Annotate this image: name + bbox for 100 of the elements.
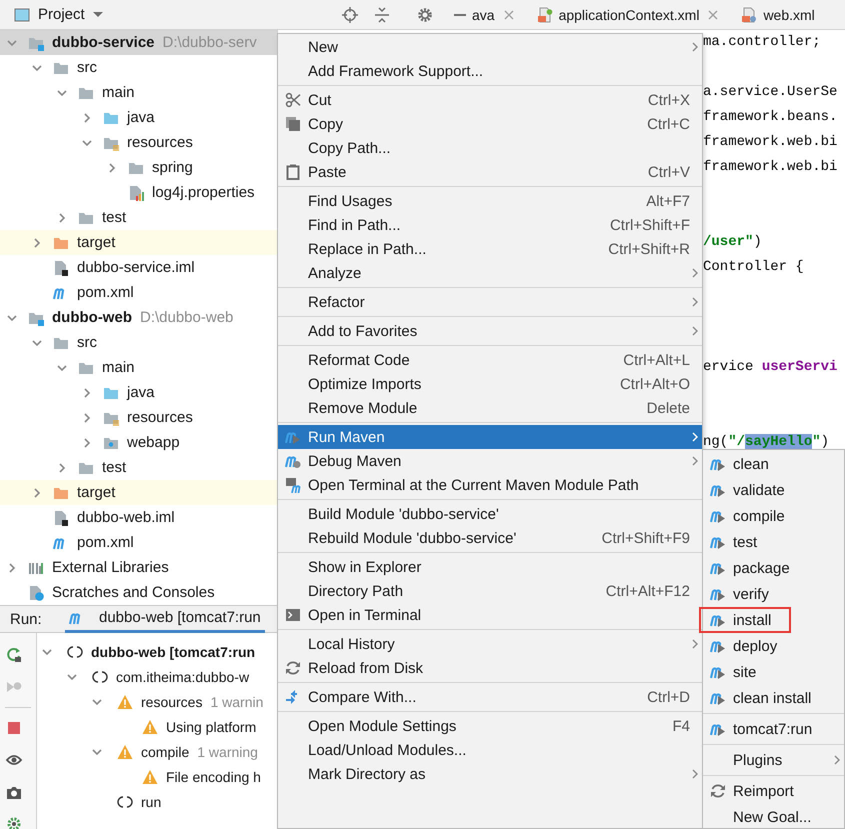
menu-item[interactable]: Build Module 'dubbo-service'	[278, 502, 702, 526]
tree-row[interactable]: webapp	[0, 430, 277, 455]
menu-item[interactable]: Replace in Path... Ctrl+Shift+R	[278, 237, 702, 261]
menu-item[interactable]: Reformat Code Ctrl+Alt+L	[278, 348, 702, 372]
menu-item[interactable]: Open Terminal at the Current Maven Module Path	[278, 473, 702, 497]
gear-icon[interactable]	[6, 816, 22, 829]
copy-icon	[285, 116, 301, 132]
tree-row[interactable]: pom.xml	[0, 530, 277, 555]
code-line: ervice userServi	[702, 358, 838, 377]
tree-row[interactable]: main	[0, 355, 277, 380]
tree-row[interactable]: main	[0, 80, 277, 105]
editor-tab[interactable]: ava	[470, 0, 527, 29]
menu-item[interactable]: Local History	[278, 632, 702, 656]
menu-item[interactable]: Cut Ctrl+X	[278, 88, 702, 112]
menu-item[interactable]: verify	[703, 581, 844, 607]
menu-item[interactable]: Open in Terminal	[278, 603, 702, 627]
menu-item[interactable]: Find in Path... Ctrl+Shift+F	[278, 213, 702, 237]
menu-item[interactable]: Refactor	[278, 290, 702, 314]
code-line: framework.web.bi	[702, 133, 838, 152]
tree-row[interactable]: dubbo-service.iml	[0, 255, 277, 280]
menu-item[interactable]: Optimize Imports Ctrl+Alt+O	[278, 372, 702, 396]
menu-item[interactable]: Add Framework Support...	[278, 59, 702, 83]
tree-row[interactable]: java	[0, 380, 277, 405]
menu-item[interactable]: Load/Unload Modules...	[278, 738, 702, 762]
maven-terminal-icon	[285, 477, 301, 493]
tree-row[interactable]: pom.xml	[0, 280, 277, 305]
code-line: framework.beans.	[702, 108, 838, 127]
tree-row[interactable]: test	[0, 455, 277, 480]
tree-row[interactable]: Using platform	[37, 714, 278, 739]
settings-icon[interactable]	[417, 6, 433, 22]
menu-item[interactable]: test	[703, 529, 844, 555]
menu-item[interactable]: Mark Directory as	[278, 762, 702, 786]
camera-icon[interactable]	[6, 784, 22, 800]
stop-icon[interactable]	[6, 720, 22, 736]
tree-row[interactable]: com.itheima:dubbo-w	[37, 664, 278, 689]
menu-item[interactable]: package	[703, 555, 844, 581]
menu-item[interactable]: clean	[703, 451, 844, 477]
menu-item[interactable]: Copy Ctrl+C	[278, 112, 702, 136]
menu-item[interactable]: Run Maven	[278, 425, 702, 449]
tree-row[interactable]: run	[37, 789, 278, 814]
menu-item[interactable]: deploy	[703, 633, 844, 659]
tree-row[interactable]: log4j.properties	[0, 180, 277, 205]
crosshair-icon[interactable]	[342, 6, 358, 22]
xml-file-icon	[536, 6, 553, 22]
menu-item[interactable]: Debug Maven	[278, 449, 702, 473]
menu-item[interactable]: validate	[703, 477, 844, 503]
menu-item[interactable]: Compare With... Ctrl+D	[278, 685, 702, 709]
menu-item[interactable]: Analyze	[278, 261, 702, 285]
menu-item[interactable]: Find Usages Alt+F7	[278, 189, 702, 213]
menu-item[interactable]: Directory Path Ctrl+Alt+F12	[278, 579, 702, 603]
tree-row[interactable]: java	[0, 105, 277, 130]
menu-item[interactable]: Paste Ctrl+V	[278, 160, 702, 184]
menu-item[interactable]: clean install	[703, 685, 844, 711]
menu-item[interactable]: Copy Path...	[278, 136, 702, 160]
tree-row[interactable]: target	[0, 480, 277, 505]
menu-item[interactable]: tomcat7:run	[703, 716, 844, 742]
tree-row[interactable]: dubbo-web.iml	[0, 505, 277, 530]
tree-row[interactable]: compile 1 warning	[37, 739, 278, 764]
tree-row[interactable]: dubbo-web D:\dubbo-web	[0, 305, 277, 330]
code-line: framework.web.bi	[702, 158, 838, 177]
tree-row[interactable]: resources 1 warnin	[37, 689, 278, 714]
collapse-all-icon[interactable]	[374, 6, 390, 22]
tree-row[interactable]: dubbo-web [tomcat7:run	[37, 639, 278, 664]
tree-row[interactable]: resources	[0, 405, 277, 430]
tree-row[interactable]: External Libraries	[0, 555, 277, 580]
tree-row[interactable]: spring	[0, 155, 277, 180]
scissors-icon	[285, 92, 301, 108]
menu-item[interactable]: compile	[703, 503, 844, 529]
eye-icon[interactable]	[6, 752, 22, 768]
tree-row[interactable]: Scratches and Consoles	[0, 580, 277, 605]
menu-item[interactable]: install	[703, 607, 844, 633]
warning-icon	[117, 694, 133, 710]
xml-file-icon	[741, 6, 758, 22]
editor-tab[interactable]: applicationContext.xml	[526, 0, 732, 29]
warning-icon	[142, 768, 158, 784]
tree-row[interactable]: test	[0, 205, 277, 230]
tree-row[interactable]: File encoding h	[37, 764, 278, 789]
menu-item[interactable]: site	[703, 659, 844, 685]
rerun-icon[interactable]	[6, 647, 22, 663]
menu-item[interactable]: Reload from Disk	[278, 656, 702, 680]
menu-item[interactable]: New	[278, 35, 702, 59]
menu-item[interactable]: Show in Explorer	[278, 555, 702, 579]
view-selector[interactable]: Project	[12, 4, 105, 25]
menu-item[interactable]: Open Module Settings F4	[278, 714, 702, 738]
module-file-icon	[53, 260, 69, 276]
menu-item[interactable]: Reimport	[703, 778, 844, 804]
tree-row[interactable]: src	[0, 330, 277, 355]
menu-item[interactable]: Plugins	[703, 747, 844, 773]
properties-file-icon	[128, 184, 144, 200]
tree-row[interactable]: src	[0, 55, 277, 80]
tree-row[interactable]: target	[0, 230, 277, 255]
menu-item[interactable]: Rebuild Module 'dubbo-service' Ctrl+Shift+F9	[278, 526, 702, 550]
menu-item[interactable]: New Goal...	[703, 804, 844, 829]
tree-row[interactable]: dubbo-service D:\dubbo-serv	[0, 30, 277, 55]
run-tab[interactable]: dubbo-web [tomcat7:run	[65, 606, 265, 632]
tree-row[interactable]: resources	[0, 130, 277, 155]
editor-tab[interactable]: web.xml	[731, 0, 825, 29]
menu-item[interactable]: Remove Module Delete	[278, 396, 702, 420]
module-file-icon	[53, 510, 69, 526]
menu-item[interactable]: Add to Favorites	[278, 319, 702, 343]
